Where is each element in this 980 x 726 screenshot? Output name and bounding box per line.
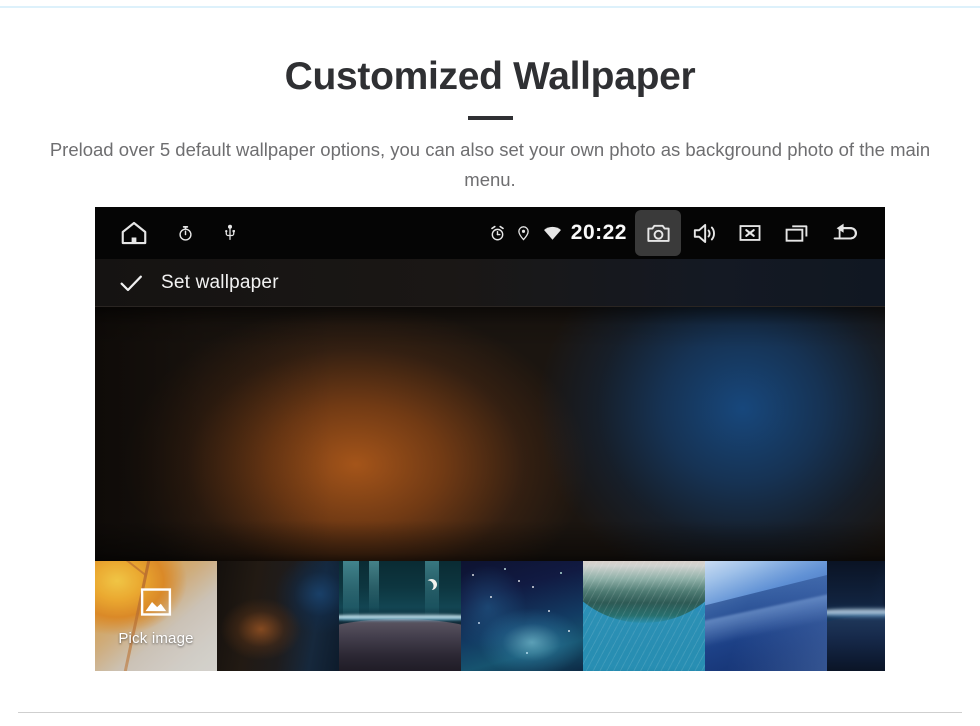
status-bar-left-group: [95, 218, 238, 248]
thumb-blue-geometric[interactable]: [705, 561, 827, 671]
stopwatch-icon[interactable]: [177, 225, 194, 242]
aurora-streak-3: [425, 561, 439, 619]
back-arrow-icon[interactable]: [819, 210, 875, 256]
status-bar-right-group: 20:22: [489, 207, 875, 259]
camera-icon[interactable]: [635, 210, 681, 256]
starfield: [461, 561, 583, 671]
thumb-nebula[interactable]: [461, 561, 583, 671]
close-box-icon[interactable]: [727, 210, 773, 256]
location-pin-icon: [516, 224, 531, 242]
header-section: Customized Wallpaper Preload over 5 defa…: [0, 52, 980, 195]
bottom-divider: [18, 712, 962, 713]
thumb-blurred-lights[interactable]: [217, 561, 339, 671]
android-status-bar: 20:22: [95, 207, 885, 259]
pick-image-content: Pick image: [95, 561, 217, 671]
page-root: Customized Wallpaper Preload over 5 defa…: [0, 0, 980, 726]
moon-crescent-icon: [426, 579, 437, 590]
planet-surface: [827, 615, 885, 671]
wifi-icon: [542, 225, 563, 241]
earth-horizon-glow: [339, 613, 461, 622]
title-divider: [467, 116, 513, 120]
thumb-blurred-lights-art: [217, 561, 339, 671]
thumb-earth-horizon[interactable]: [339, 561, 461, 671]
thumb-wave[interactable]: [583, 561, 705, 671]
thumb-planet-eclipse[interactable]: [827, 561, 885, 671]
aurora-streak-2: [369, 561, 379, 613]
top-divider: [0, 6, 980, 8]
picture-icon: [139, 586, 173, 623]
check-icon[interactable]: [117, 269, 145, 297]
volume-icon[interactable]: [681, 210, 727, 256]
planet-horizon-glow: [827, 607, 885, 619]
wallpaper-preview: [95, 307, 885, 561]
set-wallpaper-action-bar[interactable]: Set wallpaper: [95, 259, 885, 307]
device-screenshot: 20:22 Set wallpaper Pick image: [95, 207, 885, 671]
page-title: Customized Wallpaper: [284, 55, 696, 98]
thumb-pick-image[interactable]: Pick image: [95, 561, 217, 671]
page-subtitle: Preload over 5 default wallpaper options…: [49, 139, 931, 190]
set-wallpaper-label: Set wallpaper: [161, 271, 279, 293]
wave-streaks: [583, 561, 705, 671]
earth-surface: [339, 619, 461, 671]
alarm-icon: [489, 225, 506, 242]
wallpaper-thumbnail-strip[interactable]: Pick image: [95, 561, 885, 671]
preview-vignette: [95, 307, 885, 561]
usb-icon[interactable]: [222, 224, 238, 242]
home-icon[interactable]: [119, 218, 149, 248]
pick-image-label: Pick image: [118, 629, 194, 647]
recents-icon[interactable]: [773, 210, 819, 256]
status-bar-clock: 20:22: [570, 221, 627, 244]
